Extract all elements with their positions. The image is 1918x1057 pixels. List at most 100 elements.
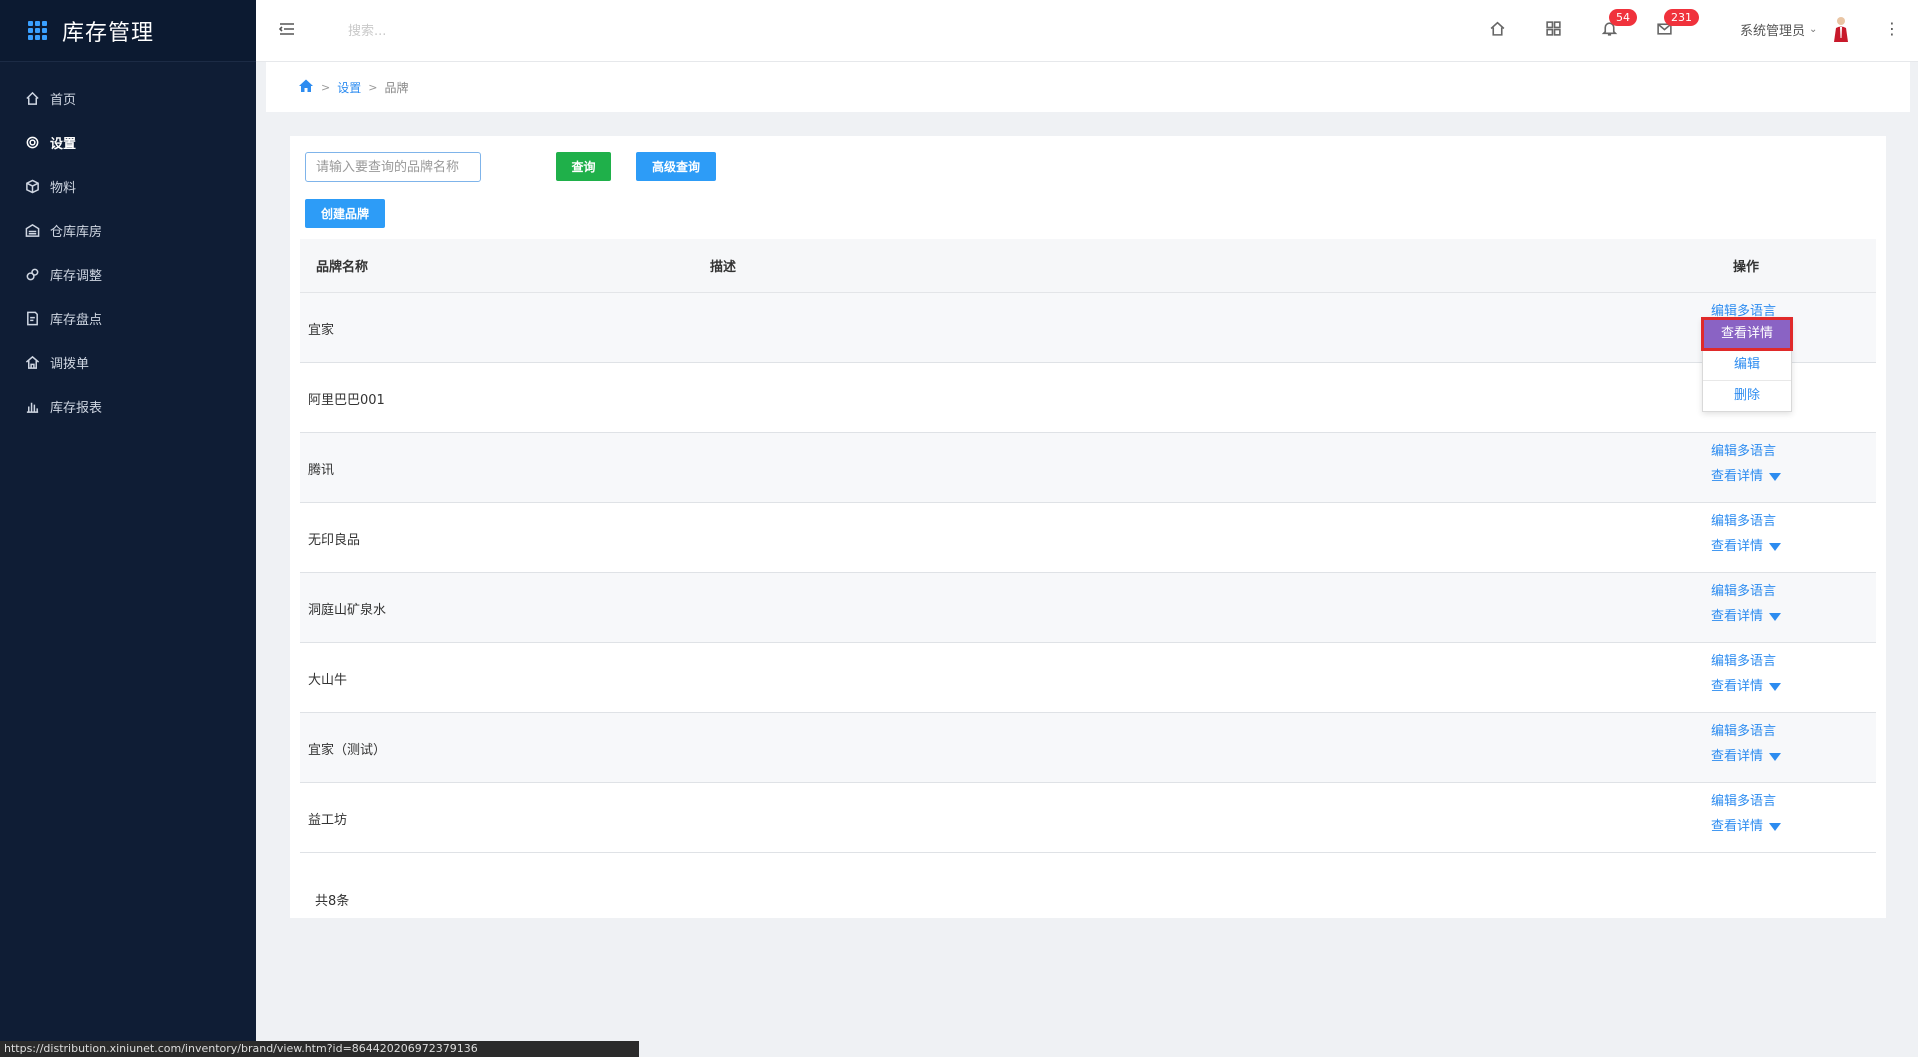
brand-table: 品牌名称 描述 操作 宜家 编辑多语言 阿里巴巴001 腾讯 编辑多语言 查看详… <box>300 239 1876 853</box>
table-row: 宜家（测试） 编辑多语言 查看详情 <box>300 713 1876 783</box>
table-row: 益工坊 编辑多语言 查看详情 <box>300 783 1876 853</box>
row-actions: 编辑多语言 查看详情 <box>1711 723 1782 766</box>
breadcrumb-settings-link[interactable]: 设置 <box>337 79 361 96</box>
home-icon[interactable] <box>298 78 314 97</box>
browser-status-url: https://distribution.xiniunet.com/invent… <box>0 1041 639 1057</box>
sidebar-item-label: 调拨单 <box>50 356 90 372</box>
dropdown-delete[interactable]: 删除 <box>1703 380 1791 411</box>
caret-down-icon <box>1769 753 1782 761</box>
table-row: 洞庭山矿泉水 编辑多语言 查看详情 <box>300 573 1876 643</box>
caret-down-icon <box>1769 543 1782 551</box>
cube-icon <box>24 178 40 194</box>
sidebar-item-label: 首页 <box>50 92 77 108</box>
sidebar: 库存管理 首页 设置 物料 仓库库房 库存调整 库存盘点 调拨单 库存报表 <box>0 0 256 1057</box>
breadcrumb: > 设置 > 品牌 <box>298 78 408 97</box>
user-name: 系统管理员 <box>1740 24 1806 39</box>
sidebar-item-transfer[interactable]: 调拨单 <box>0 340 256 384</box>
bell-icon[interactable]: 54 <box>1601 9 1637 38</box>
sidebar-item-home[interactable]: 首页 <box>0 76 256 120</box>
edit-languages-link[interactable]: 编辑多语言 <box>1711 443 1781 461</box>
view-details-label: 查看详情 <box>1711 749 1764 764</box>
brand-name-cell: 无印良品 <box>308 533 361 548</box>
sidebar-item-label: 库存调整 <box>50 268 103 284</box>
transfer-icon <box>24 354 40 370</box>
sidebar-item-label: 库存盘点 <box>50 312 103 328</box>
adjust-icon <box>24 266 40 282</box>
dropdown-edit[interactable]: 编辑 <box>1703 349 1791 380</box>
column-header-ops: 操作 <box>1733 260 1760 275</box>
total-count: 共8条 <box>315 894 350 909</box>
view-details-dropdown[interactable]: 查看详情 <box>1711 468 1782 486</box>
edit-languages-link[interactable]: 编辑多语言 <box>1711 793 1781 811</box>
create-brand-button[interactable]: 创建品牌 <box>305 199 385 228</box>
sidebar-item-label: 库存报表 <box>50 400 103 416</box>
checklist-icon <box>24 310 40 326</box>
brand-name-cell: 腾讯 <box>308 463 335 478</box>
sidebar-item-settings[interactable]: 设置 <box>0 120 256 164</box>
app-brand[interactable]: 库存管理 <box>0 0 256 62</box>
row-actions-dropdown-menu: 查看详情 编辑 删除 <box>1701 317 1793 412</box>
sidebar-item-label: 仓库库房 <box>50 224 103 240</box>
sidebar-item-materials[interactable]: 物料 <box>0 164 256 208</box>
sidebar-item-adjust[interactable]: 库存调整 <box>0 252 256 296</box>
brand-name-cell: 阿里巴巴001 <box>308 393 385 408</box>
view-details-dropdown[interactable]: 查看详情 <box>1711 818 1782 836</box>
breadcrumb-separator: > <box>368 81 378 94</box>
brand-name-cell: 益工坊 <box>308 813 348 828</box>
view-details-label: 查看详情 <box>1711 679 1764 694</box>
sidebar-menu: 首页 设置 物料 仓库库房 库存调整 库存盘点 调拨单 库存报表 <box>0 62 256 428</box>
view-details-dropdown[interactable]: 查看详情 <box>1711 748 1782 766</box>
bar-chart-icon <box>24 398 40 414</box>
gear-icon <box>24 134 40 150</box>
edit-languages-link[interactable]: 编辑多语言 <box>1711 653 1781 671</box>
breadcrumb-separator: > <box>321 81 331 94</box>
breadcrumb-current: 品牌 <box>384 81 409 95</box>
home-icon <box>24 90 40 106</box>
apps-grid-icon[interactable] <box>1545 20 1563 38</box>
caret-down-icon <box>1769 613 1782 621</box>
edit-languages-link[interactable]: 编辑多语言 <box>1711 723 1781 741</box>
global-search-input[interactable] <box>346 18 570 44</box>
brand-name-cell: 大山牛 <box>308 673 348 688</box>
mail-icon[interactable]: 231 <box>1656 9 1699 38</box>
message-badge: 231 <box>1664 9 1699 26</box>
sidebar-item-stocktake[interactable]: 库存盘点 <box>0 296 256 340</box>
table-row: 阿里巴巴001 <box>300 363 1876 433</box>
edit-languages-link[interactable]: 编辑多语言 <box>1711 583 1781 601</box>
sidebar-item-warehouse[interactable]: 仓库库房 <box>0 208 256 252</box>
chevron-down-icon: ⌄ <box>1809 24 1818 35</box>
table-row: 腾讯 编辑多语言 查看详情 <box>300 433 1876 503</box>
home-icon[interactable] <box>1489 20 1507 38</box>
user-menu[interactable]: 系统管理员 ⌄ <box>1740 20 1817 39</box>
view-details-dropdown[interactable]: 查看详情 <box>1711 678 1782 696</box>
table-row: 无印良品 编辑多语言 查看详情 <box>300 503 1876 573</box>
avatar[interactable] <box>1832 16 1850 42</box>
app-title: 库存管理 <box>62 20 155 46</box>
brand-list-card: 查询 高级查询 创建品牌 品牌名称 描述 操作 宜家 编辑多语言 阿里巴巴001… <box>290 136 1886 918</box>
edit-languages-link[interactable]: 编辑多语言 <box>1711 513 1781 531</box>
brand-search-input[interactable] <box>305 152 481 182</box>
query-button[interactable]: 查询 <box>556 152 611 181</box>
more-options-icon[interactable]: ⋮ <box>1884 19 1900 39</box>
advanced-query-button[interactable]: 高级查询 <box>636 152 716 181</box>
column-header-desc: 描述 <box>710 260 737 275</box>
collapse-menu-icon[interactable] <box>278 20 296 38</box>
notification-badge: 54 <box>1609 9 1637 26</box>
brand-name-cell: 洞庭山矿泉水 <box>308 603 387 618</box>
row-actions: 编辑多语言 查看详情 <box>1711 793 1782 836</box>
brand-name-cell: 宜家（测试） <box>308 743 387 758</box>
view-details-dropdown[interactable]: 查看详情 <box>1711 608 1782 626</box>
sidebar-item-reports[interactable]: 库存报表 <box>0 384 256 428</box>
dropdown-view-details[interactable]: 查看详情 <box>1701 317 1793 351</box>
caret-down-icon <box>1769 473 1782 481</box>
breadcrumb-bar: > 设置 > 品牌 <box>266 62 1910 112</box>
view-details-label: 查看详情 <box>1711 819 1764 834</box>
row-actions: 编辑多语言 查看详情 <box>1711 513 1782 556</box>
top-header: 54 231 系统管理员 ⌄ ⋮ <box>256 0 1918 62</box>
caret-down-icon <box>1769 823 1782 831</box>
column-header-name: 品牌名称 <box>316 260 369 275</box>
view-details-label: 查看详情 <box>1711 539 1764 554</box>
warehouse-icon <box>24 222 40 238</box>
apps-grid-icon[interactable] <box>28 20 48 41</box>
view-details-dropdown[interactable]: 查看详情 <box>1711 538 1782 556</box>
